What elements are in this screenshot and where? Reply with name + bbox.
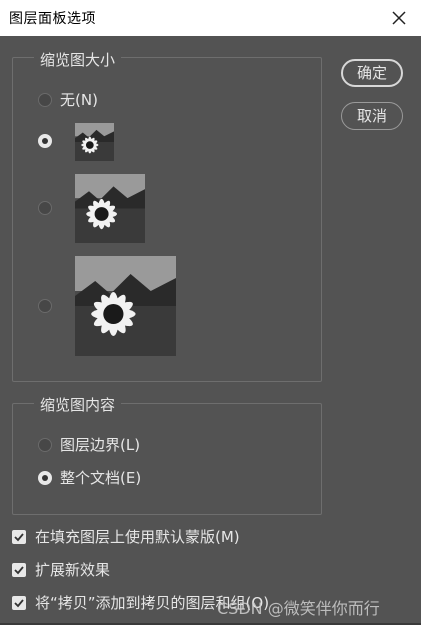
label-entire-document[interactable]: 整个文档(E) [60,467,141,488]
thumbnail-contents-group [12,403,322,515]
thumbnail-size-legend: 缩览图大小 [34,49,122,70]
sunflower-preview-medium[interactable] [75,174,145,243]
checkmark-icon [14,566,24,575]
label-default-mask[interactable]: 在填充图层上使用默认蒙版(M) [35,526,240,547]
label-expand-new-effects[interactable]: 扩展新效果 [35,559,110,580]
sunflower-preview-large[interactable] [75,256,176,356]
cancel-button[interactable]: 取消 [341,102,403,130]
radio-thumbnail-large[interactable] [38,299,52,313]
title-bar: 图层面板选项 [0,0,421,36]
close-icon[interactable] [389,8,409,28]
checkbox-add-copy[interactable] [12,596,26,610]
ok-button[interactable]: 确定 [341,59,403,87]
radio-layer-bounds[interactable] [38,438,52,452]
thumbnail-contents-legend: 缩览图内容 [34,394,122,415]
radio-thumbnail-small[interactable] [38,134,52,148]
checkbox-default-mask[interactable] [12,530,26,544]
watermark: CSDN @微笑伴你而行 [217,599,380,618]
checkmark-icon [14,533,24,542]
label-thumbnail-none[interactable]: 无(N) [60,89,98,110]
sunflower-preview-small[interactable] [75,123,114,161]
radio-entire-document[interactable] [38,471,52,485]
radio-thumbnail-none[interactable] [38,93,52,107]
checkmark-icon [14,599,24,608]
checkbox-expand-new-effects[interactable] [12,563,26,577]
dialog-title: 图层面板选项 [9,11,96,27]
label-layer-bounds[interactable]: 图层边界(L) [60,434,140,455]
radio-thumbnail-medium[interactable] [38,201,52,215]
